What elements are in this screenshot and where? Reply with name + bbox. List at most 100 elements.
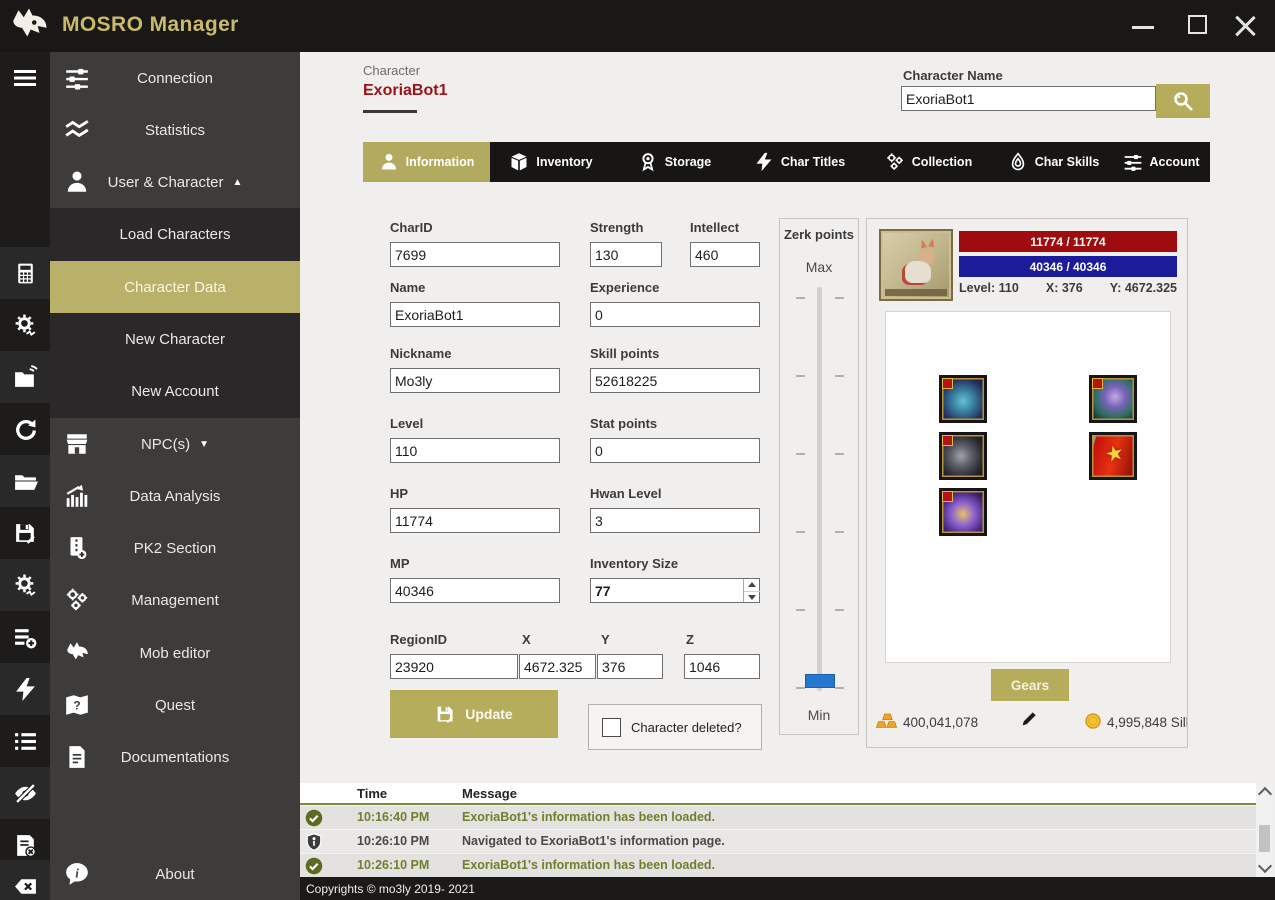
sidebar-item-statistics[interactable]: Statistics: [50, 104, 300, 156]
sidebar-item-npcs[interactable]: NPC(s) ▼: [50, 418, 300, 470]
scroll-down-icon[interactable]: [1257, 858, 1273, 874]
item-slot-wings[interactable]: [1089, 375, 1137, 423]
level-input[interactable]: [390, 438, 560, 463]
sidebar-item-load-characters[interactable]: Load Characters: [50, 208, 300, 261]
status-icon: [305, 857, 323, 875]
sidebar-item-connection[interactable]: Connection: [50, 52, 300, 104]
update-button[interactable]: Update: [390, 690, 558, 738]
tab-char-skills[interactable]: Char Skills: [995, 142, 1112, 182]
sidebar-item-pk2-section[interactable]: PK2 Section: [50, 522, 300, 574]
z-input[interactable]: [684, 654, 760, 679]
mosro-manager-window: MOSRO Manager Connection Statistics User: [0, 0, 1275, 900]
cog-icon[interactable]: [0, 559, 50, 611]
intellect-label: Intellect: [690, 220, 740, 235]
sidebar-item-mob-editor[interactable]: Mob editor: [50, 627, 300, 679]
name-input[interactable]: [390, 302, 560, 327]
item-slot-chest[interactable]: [939, 375, 987, 423]
minimize-button[interactable]: [1132, 26, 1154, 29]
charid-input[interactable]: [390, 242, 560, 267]
add-list-icon[interactable]: [0, 611, 50, 663]
calculator-icon[interactable]: [0, 247, 50, 299]
sidebar-menu: Connection Statistics User & Character ▲…: [50, 52, 300, 900]
intellect-input[interactable]: [690, 242, 760, 267]
character-tabbar: Information Inventory Storage Char Title…: [363, 142, 1210, 182]
lightning-icon[interactable]: [0, 663, 50, 715]
tab-label: Account: [1149, 155, 1200, 169]
experience-input[interactable]: [590, 302, 760, 327]
edit-pencil-icon[interactable]: [1019, 709, 1039, 729]
log-message: ExoriaBot1's information has been loaded…: [462, 858, 716, 872]
tab-storage[interactable]: Storage: [612, 142, 737, 182]
tab-information[interactable]: Information: [363, 142, 490, 182]
stat-points-input[interactable]: [590, 438, 760, 463]
sidebar-item-about[interactable]: i About: [50, 848, 300, 900]
character-deleted-checkbox-group[interactable]: Character deleted?: [588, 704, 762, 750]
regionid-input[interactable]: [390, 654, 518, 679]
hp-bar: 11774 / 11774: [959, 231, 1177, 252]
document-icon: [63, 743, 91, 771]
tab-char-titles[interactable]: Char Titles: [737, 142, 862, 182]
bar-chart-icon: [63, 482, 91, 510]
close-button[interactable]: [1234, 14, 1256, 36]
stepper-up-button[interactable]: [744, 579, 760, 590]
strength-input[interactable]: [590, 242, 662, 267]
hp-input[interactable]: [390, 508, 560, 533]
sidebar-item-user-character[interactable]: User & Character ▲: [50, 156, 300, 208]
sidebar-item-quest[interactable]: ? Quest: [50, 679, 300, 731]
zerk-points-title: Zerk points: [783, 227, 855, 242]
scroll-up-icon[interactable]: [1257, 786, 1273, 802]
sidebar-item-data-analysis[interactable]: Data Analysis: [50, 470, 300, 522]
clear-backspace-icon[interactable]: [0, 860, 50, 900]
x-label: X: [522, 632, 531, 647]
character-deleted-checkbox[interactable]: [602, 717, 621, 737]
item-slot-weapon[interactable]: [939, 432, 987, 480]
settings-gear-icon[interactable]: [0, 299, 50, 351]
zerk-slider-track[interactable]: [817, 287, 822, 691]
gears-icon: [63, 586, 91, 614]
tab-collection[interactable]: Collection: [862, 142, 995, 182]
nickname-input[interactable]: [390, 368, 560, 393]
mp-input[interactable]: [390, 578, 560, 603]
tab-account[interactable]: Account: [1112, 142, 1210, 182]
mp-label: MP: [390, 556, 410, 571]
sidebar-item-character-data[interactable]: Character Data: [50, 261, 300, 313]
menu-label: Quest: [154, 696, 196, 714]
scrollbar-thumb[interactable]: [1259, 825, 1270, 852]
open-folder-icon[interactable]: [0, 455, 50, 507]
tab-label: Information: [405, 155, 475, 169]
y-input[interactable]: [597, 654, 663, 679]
log-row: 10:16:40 PM ExoriaBot1's information has…: [300, 805, 1256, 829]
sidebar-item-new-character[interactable]: New Character: [50, 313, 300, 365]
character-name-search-input[interactable]: [901, 86, 1156, 111]
flame-icon: [1008, 152, 1028, 172]
gears-button[interactable]: Gears: [991, 669, 1069, 701]
archive-icon: [63, 534, 91, 562]
hamburger-menu-icon[interactable]: [12, 66, 38, 90]
sidebar-item-management[interactable]: Management: [50, 574, 300, 626]
tab-inventory[interactable]: Inventory: [490, 142, 612, 182]
log-scrollbar[interactable]: [1256, 783, 1273, 877]
stepper-down-button[interactable]: [744, 591, 760, 603]
skill-points-input[interactable]: [590, 368, 760, 393]
log-col-time: Time: [357, 786, 388, 801]
medal-icon: [638, 152, 658, 172]
sidebar-item-documentations[interactable]: Documentations: [50, 731, 300, 783]
maximize-button[interactable]: [1188, 15, 1207, 34]
search-button[interactable]: [1156, 84, 1210, 118]
sidebar-item-new-account[interactable]: New Account: [50, 365, 300, 418]
inventory-size-input[interactable]: [590, 578, 760, 603]
status-icon: [305, 809, 323, 827]
item-slot-shield[interactable]: [939, 488, 987, 536]
checklist-icon[interactable]: [0, 715, 50, 767]
hwan-level-label: Hwan Level: [590, 486, 662, 501]
zerk-slider-thumb[interactable]: [805, 674, 835, 688]
zerk-min-label: Min: [807, 707, 831, 723]
hide-eye-icon[interactable]: [0, 767, 50, 819]
refresh-icon[interactable]: [0, 403, 50, 455]
x-input[interactable]: [519, 654, 596, 679]
hwan-level-input[interactable]: [590, 508, 760, 533]
save-edit-icon[interactable]: [0, 507, 50, 559]
item-slot-flag[interactable]: ★: [1089, 432, 1137, 480]
menu-label: About: [155, 865, 195, 883]
shared-folder-icon[interactable]: [0, 351, 50, 403]
